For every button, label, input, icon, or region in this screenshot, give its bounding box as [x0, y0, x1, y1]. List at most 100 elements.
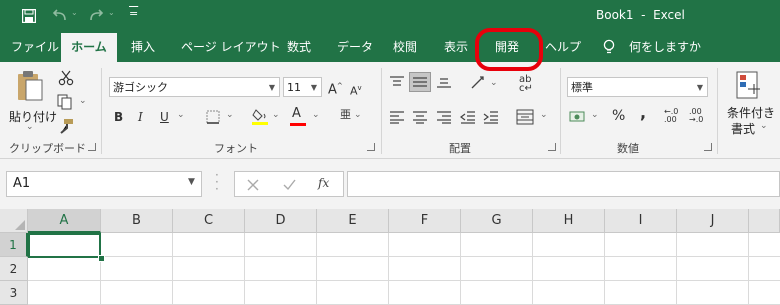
underline-dropdown-icon[interactable]: ⌄ [177, 110, 185, 120]
phonetic-dropdown-icon[interactable]: ⌄ [354, 110, 362, 120]
increase-font-size-icon[interactable]: A^ [328, 78, 343, 98]
merge-dropdown-icon[interactable]: ⌄ [540, 110, 548, 120]
align-right-icon[interactable] [436, 110, 452, 124]
format-painter-icon[interactable] [58, 118, 74, 134]
decrease-indent-icon[interactable] [460, 110, 476, 124]
chevron-down-icon[interactable]: ▼ [269, 78, 275, 98]
column-header[interactable]: A [28, 209, 101, 233]
row-header[interactable]: 3 [0, 281, 28, 305]
column-header[interactable]: G [461, 209, 533, 233]
accounting-format-icon[interactable] [569, 109, 587, 125]
conditional-formatting-icon[interactable] [736, 71, 762, 101]
font-color-icon[interactable]: A [292, 106, 301, 122]
column-header[interactable]: I [605, 209, 677, 233]
tab-file[interactable]: ファイル [11, 33, 59, 62]
number-launcher-icon[interactable] [704, 143, 712, 151]
column-header[interactable]: E [317, 209, 389, 233]
comma-style-button[interactable]: , [640, 105, 646, 121]
phonetic-guide-icon[interactable]: 亜 [340, 107, 351, 123]
wrap-text-icon[interactable]: ab c↵ [519, 75, 533, 94]
save-icon[interactable] [22, 9, 36, 23]
tab-help[interactable]: ヘルプ [545, 33, 581, 62]
redo-icon[interactable] [88, 9, 104, 23]
conditional-formatting-label-1[interactable]: 条件付き [727, 104, 775, 121]
merge-center-icon[interactable] [516, 109, 534, 125]
underline-button[interactable]: U [160, 109, 169, 125]
chevron-down-icon[interactable]: ▼ [311, 78, 317, 98]
active-cell-a1[interactable] [28, 233, 101, 258]
column-header[interactable]: H [533, 209, 605, 233]
font-group-label: フォント [214, 142, 258, 155]
copy-dropdown-icon[interactable]: ⌄ [79, 96, 87, 106]
tab-formulas[interactable]: 数式 [287, 33, 311, 62]
undo-icon[interactable] [52, 9, 68, 23]
cancel-entry-icon[interactable] [247, 179, 259, 191]
row-header[interactable]: 2 [0, 257, 28, 281]
fill-handle[interactable] [98, 255, 105, 262]
font-size-combobox[interactable]: 11 ▼ [283, 77, 322, 97]
font-name-combobox[interactable]: 游ゴシック ▼ [109, 77, 280, 97]
font-color-swatch [290, 123, 306, 126]
font-color-dropdown-icon[interactable]: ⌄ [312, 110, 320, 120]
tell-me-search[interactable]: 何をしますか [629, 33, 701, 62]
confirm-entry-icon[interactable] [283, 179, 296, 191]
accounting-dropdown-icon[interactable]: ⌄ [591, 110, 599, 120]
increase-indent-icon[interactable] [483, 110, 499, 124]
column-header[interactable] [749, 209, 780, 233]
row-header[interactable]: 1 [0, 233, 28, 257]
tab-insert[interactable]: 挿入 [131, 33, 155, 62]
conditional-formatting-label-2[interactable]: 書式 [731, 120, 755, 137]
number-group-label: 数値 [617, 142, 639, 155]
formula-buttons: fx [234, 171, 344, 197]
column-header[interactable]: J [677, 209, 749, 233]
column-header[interactable]: D [245, 209, 317, 233]
orientation-dropdown-icon[interactable]: ⌄ [490, 78, 498, 88]
align-bottom-icon[interactable] [436, 75, 452, 89]
undo-dropdown-icon[interactable]: ⌄ [71, 8, 78, 17]
tab-home[interactable]: ホーム [61, 33, 117, 62]
percent-style-button[interactable]: % [612, 108, 625, 124]
insert-function-button[interactable]: fx [318, 176, 329, 190]
decrease-font-size-icon[interactable]: Av [350, 80, 362, 100]
name-box-dropdown-icon[interactable]: ▼ [188, 177, 195, 187]
column-header[interactable]: B [101, 209, 173, 233]
column-header[interactable]: C [173, 209, 245, 233]
name-box[interactable]: A1 [6, 171, 202, 197]
chevron-down-icon[interactable]: ▼ [697, 78, 703, 98]
align-center-icon[interactable] [412, 110, 428, 124]
clipboard-launcher-icon[interactable] [88, 143, 96, 151]
alignment-group-label: 配置 [449, 142, 471, 155]
align-left-icon[interactable] [389, 110, 405, 124]
paste-icon[interactable] [16, 70, 44, 102]
borders-dropdown-icon[interactable]: ⌄ [226, 110, 234, 120]
font-name-value: 游ゴシック [113, 81, 168, 94]
tab-data[interactable]: データ [337, 33, 373, 62]
increase-decimal-icon[interactable]: ←.0.00 [664, 108, 678, 124]
alignment-launcher-icon[interactable] [548, 143, 556, 151]
number-format-combobox[interactable]: 標準 ▼ [567, 77, 708, 97]
decrease-decimal-icon[interactable]: .00 →.0 [689, 108, 703, 124]
tab-page-layout[interactable]: ページ レイアウト [181, 33, 281, 62]
select-all-button[interactable] [0, 209, 28, 233]
bold-button[interactable]: B [114, 109, 123, 125]
tab-review[interactable]: 校閲 [393, 33, 417, 62]
copy-icon[interactable] [57, 94, 73, 110]
borders-icon[interactable] [206, 110, 220, 124]
conditional-dropdown-icon[interactable]: ⌄ [760, 121, 768, 131]
fill-color-icon[interactable] [252, 106, 270, 126]
cut-icon[interactable] [58, 70, 74, 86]
tab-developer[interactable]: 開発 [495, 33, 519, 62]
customize-qat-icon[interactable]: = [129, 7, 138, 20]
align-top-icon[interactable] [389, 75, 405, 89]
column-header[interactable]: F [389, 209, 461, 233]
align-middle-button[interactable] [409, 72, 431, 92]
paste-dropdown-icon[interactable]: ⌄ [26, 122, 34, 132]
italic-button[interactable]: I [138, 109, 143, 125]
fill-color-dropdown-icon[interactable]: ⌄ [272, 110, 280, 120]
resize-handle-icon[interactable]: · · · [215, 169, 219, 195]
formula-input[interactable] [347, 171, 780, 197]
orientation-icon[interactable] [470, 74, 486, 90]
font-launcher-icon[interactable] [367, 143, 375, 151]
tab-view[interactable]: 表示 [444, 33, 468, 62]
redo-dropdown-icon[interactable]: ⌄ [108, 8, 115, 17]
